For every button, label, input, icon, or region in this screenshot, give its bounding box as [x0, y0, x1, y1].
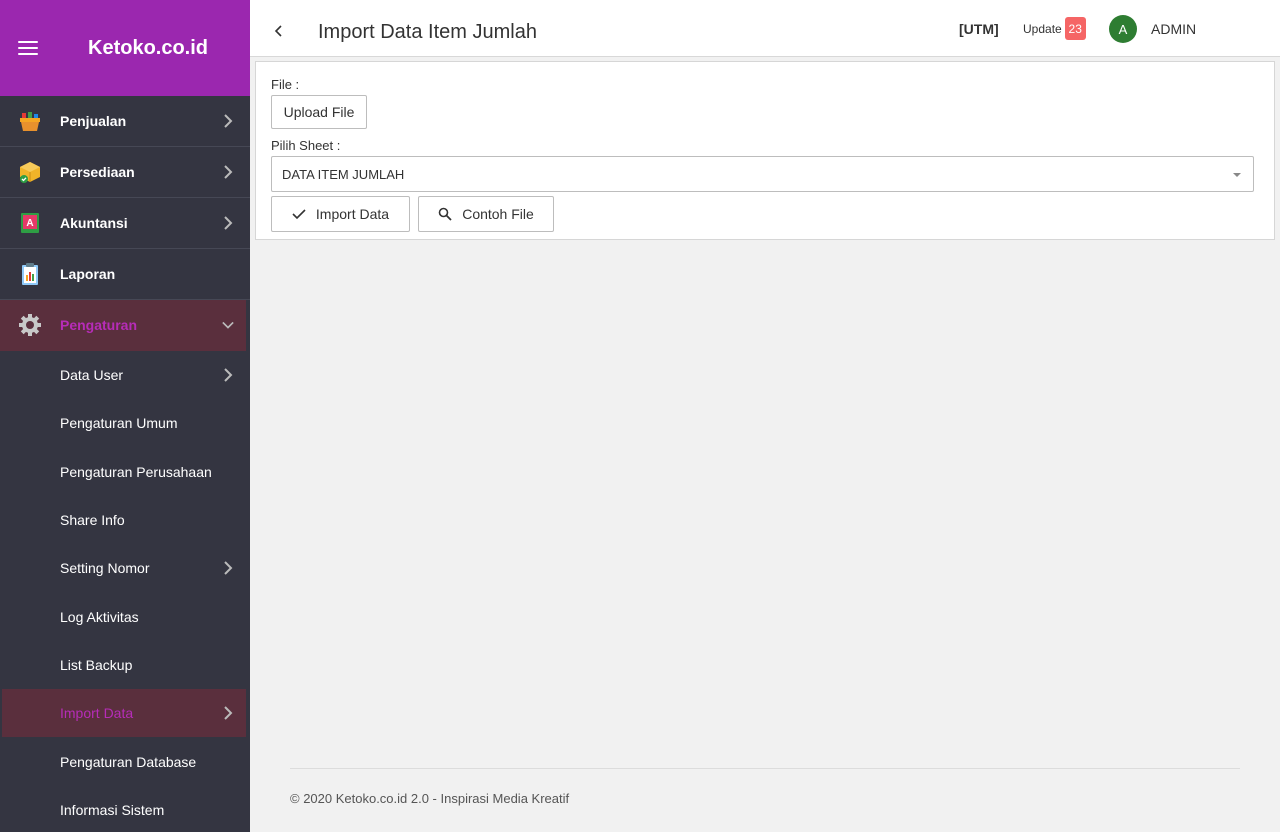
submenu-item-label: Log Aktivitas [60, 608, 139, 625]
page-title: Import Data Item Jumlah [318, 21, 537, 43]
submenu-item-setting-nomor[interactable]: Setting Nomor [0, 544, 250, 592]
sidebar-item-label: Akuntansi [60, 215, 128, 231]
sidebar-item-label: Persediaan [60, 164, 135, 180]
check-icon [292, 209, 306, 220]
submenu-item-label: Pengaturan Database [60, 753, 197, 770]
footer-copyright: © 2020 Ketoko.co.id 2.0 - Inspirasi Medi… [290, 791, 570, 806]
update-count-badge: 23 [1064, 17, 1086, 40]
submenu-item-pengaturan-umum[interactable]: Pengaturan Umum [0, 399, 250, 447]
chevron-right-icon [224, 706, 233, 720]
sidebar-item-penjualan[interactable]: Penjualan [0, 96, 250, 147]
import-data-button[interactable]: Import Data [271, 196, 410, 232]
sidebar-item-persediaan[interactable]: Persediaan [0, 147, 250, 198]
inventory-box-icon [20, 162, 40, 183]
sidebar-item-label: Pengaturan [60, 317, 138, 333]
chevron-right-icon [224, 216, 233, 230]
brand-name: Ketoko.co.id [88, 36, 209, 59]
submenu-item-pengaturan-database[interactable]: Pengaturan Database [0, 737, 250, 785]
submenu-item-informasi-sistem[interactable]: Informasi Sistem [0, 786, 250, 832]
sheet-select[interactable]: DATA ITEM JUMLAH [271, 156, 1254, 192]
search-icon [438, 207, 452, 221]
chevron-right-icon [224, 114, 233, 128]
sidebar: Ketoko.co.id Penjualan Persediaan A Akun… [0, 0, 250, 832]
svg-text:A: A [26, 218, 33, 229]
submenu-item-label: Share Info [60, 512, 125, 529]
avatar[interactable]: A [1109, 15, 1137, 43]
hamburger-menu-icon[interactable] [18, 41, 38, 55]
import-form-card: File : Upload File Pilih Sheet : DATA IT… [255, 61, 1275, 240]
submenu-item-label: List Backup [60, 656, 133, 673]
submenu-item-label: Pengaturan Umum [60, 415, 178, 432]
chevron-right-icon [224, 561, 233, 576]
submenu-item-label: Pengaturan Perusahaan [60, 463, 212, 480]
submenu-item-label: Data User [60, 367, 124, 384]
chevron-right-icon [224, 165, 233, 179]
update-label: Update [1023, 21, 1062, 36]
submenu-item-label: Setting Nomor [60, 560, 150, 577]
report-clipboard-icon [22, 263, 38, 285]
submenu-item-pengaturan-perusahaan[interactable]: Pengaturan Perusahaan [0, 448, 250, 496]
utm-label: [UTM] [959, 21, 999, 37]
gear-icon [19, 314, 41, 336]
upload-file-button[interactable]: Upload File [271, 95, 367, 129]
sidebar-item-label: Laporan [60, 266, 116, 282]
submenu-item-import-data[interactable]: Import Data [2, 689, 246, 738]
sidebar-item-akuntansi[interactable]: A Akuntansi [0, 198, 250, 249]
submenu-item-log-aktivitas[interactable]: Log Aktivitas [0, 592, 250, 640]
example-file-button[interactable]: Contoh File [418, 196, 554, 232]
brand-bar: Ketoko.co.id [0, 0, 250, 96]
sidebar-item-label: Penjualan [60, 113, 127, 129]
submenu-item-label: Informasi Sistem [60, 801, 165, 818]
sidebar-item-laporan[interactable]: Laporan [0, 249, 250, 300]
submenu-item-share-info[interactable]: Share Info [0, 496, 250, 544]
chevron-down-icon [222, 321, 234, 329]
footer-divider [290, 768, 1240, 769]
chevron-right-icon [224, 368, 233, 382]
sheet-select-value: DATA ITEM JUMLAH [282, 167, 405, 182]
shopping-basket-icon [20, 112, 40, 131]
sheet-label: Pilih Sheet : [271, 138, 341, 153]
top-header: Import Data Item Jumlah [UTM] Update 23 … [250, 0, 1280, 57]
submenu-item-list-backup[interactable]: List Backup [0, 641, 250, 689]
update-button[interactable]: Update 23 [1023, 17, 1086, 40]
dropdown-caret-icon [1233, 173, 1241, 177]
example-file-label: Contoh File [462, 206, 534, 222]
back-arrow-icon[interactable] [274, 24, 284, 38]
submenu-item-data-user[interactable]: Data User [0, 351, 250, 399]
file-label: File : [271, 77, 300, 92]
import-data-label: Import Data [315, 206, 390, 222]
user-name[interactable]: ADMIN [1151, 21, 1196, 37]
sidebar-item-pengaturan[interactable]: Pengaturan [0, 300, 246, 351]
submenu-item-label: Import Data [60, 705, 134, 722]
accounting-book-icon: A [21, 213, 39, 233]
